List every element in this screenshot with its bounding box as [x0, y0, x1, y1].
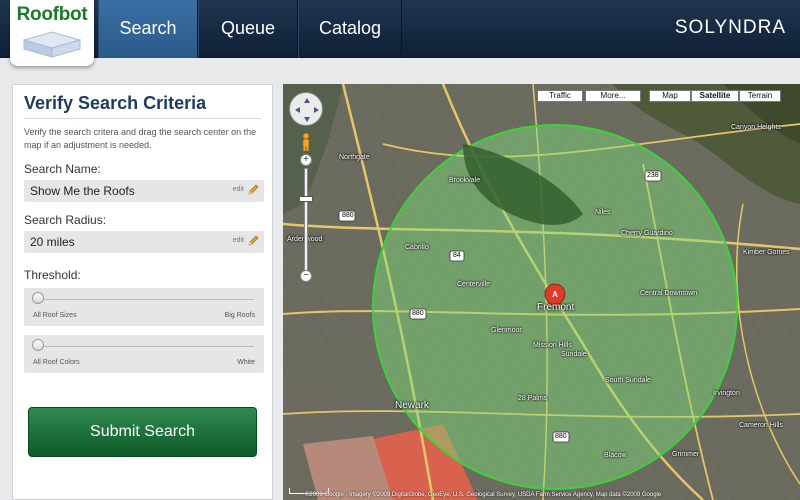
- search-name-label: Search Name:: [24, 162, 101, 176]
- zoom-out-button[interactable]: −: [300, 270, 312, 282]
- place-label: Central Downtown: [640, 290, 698, 297]
- place-label: Cameron Hills: [739, 422, 783, 429]
- search-radius-value: 20 miles: [30, 235, 75, 249]
- slider-max-label: Big Roofs: [224, 312, 255, 319]
- app-logo[interactable]: Roofbot: [10, 0, 94, 66]
- pan-arrows-icon[interactable]: [290, 93, 324, 127]
- svg-text:A: A: [552, 290, 558, 299]
- slider-handle[interactable]: [32, 292, 44, 304]
- place-label: Blacow: [604, 452, 627, 459]
- map-type-satellite-button[interactable]: Satellite: [691, 90, 739, 102]
- panel-title: Verify Search Criteria: [24, 93, 207, 113]
- map-type-map-button[interactable]: Map: [649, 90, 691, 102]
- place-label: Irvington: [713, 390, 740, 397]
- place-label: Glenmoor: [491, 327, 522, 334]
- street-view-pegman-icon[interactable]: [300, 132, 312, 152]
- tab-search[interactable]: Search: [98, 0, 198, 58]
- slider-handle[interactable]: [32, 339, 44, 351]
- tab-queue[interactable]: Queue: [198, 0, 298, 58]
- slider-track: [34, 299, 254, 300]
- place-label: 28 Palms: [518, 395, 548, 402]
- place-label: Grimmer: [672, 451, 700, 458]
- search-name-field[interactable]: Show Me the Roofs edit: [24, 180, 264, 202]
- highway-shield: 880: [555, 433, 567, 440]
- satellite-map[interactable]: A 880 84 238 880 880 Brookvale Niles Che…: [283, 84, 800, 500]
- search-name-edit-link[interactable]: edit: [233, 186, 244, 193]
- zoom-slider-handle[interactable]: [299, 196, 313, 202]
- search-radius-edit-link[interactable]: edit: [233, 237, 244, 244]
- map-attribution: ©2009 Google - Imagery ©2009 DigitalGlob…: [305, 492, 662, 498]
- highway-shield: 238: [647, 172, 659, 179]
- brand-logo: SOLYNDRA: [674, 17, 786, 38]
- slider-min-label: All Roof Sizes: [33, 312, 77, 319]
- place-label: Brookvale: [449, 177, 481, 184]
- tab-catalog[interactable]: Catalog: [298, 0, 402, 58]
- place-label: Centerville: [457, 281, 491, 288]
- map-type-terrain-button[interactable]: Terrain: [739, 90, 781, 102]
- search-radius-label: Search Radius:: [24, 213, 107, 227]
- map-imagery: A: [283, 84, 800, 500]
- search-criteria-panel: Verify Search Criteria Verify the search…: [12, 84, 273, 500]
- place-label: Sundale: [561, 351, 587, 358]
- zoom-slider-track[interactable]: [304, 168, 308, 276]
- highway-shield: 880: [412, 310, 424, 317]
- zoom-in-button[interactable]: +: [300, 154, 312, 166]
- place-label: Cabrillo: [405, 244, 429, 251]
- place-label: Canyon Heights: [731, 124, 781, 131]
- place-label: Kimber Gomes: [743, 249, 790, 256]
- submit-search-button[interactable]: Submit Search: [28, 407, 257, 457]
- app-logo-text: Roofbot: [16, 4, 88, 25]
- slider-max-label: White: [237, 359, 255, 366]
- place-label: Cherry Guardino: [621, 230, 673, 237]
- pencil-icon[interactable]: [247, 235, 259, 247]
- slider-min-label: All Roof Colors: [33, 359, 80, 366]
- pencil-icon[interactable]: [247, 184, 259, 196]
- roof-size-slider[interactable]: All Roof Sizes Big Roofs: [24, 288, 264, 326]
- roof-icon: [22, 31, 82, 58]
- more-layers-button[interactable]: More...: [585, 90, 641, 102]
- roof-color-slider[interactable]: All Roof Colors White: [24, 335, 264, 373]
- pan-control[interactable]: [289, 92, 323, 126]
- top-bar: Search Queue Catalog SOLYNDRA: [0, 0, 800, 58]
- panel-description: Verify the search critera and drag the s…: [24, 127, 257, 150]
- place-label: South Sundale: [605, 377, 651, 384]
- slider-track: [34, 346, 254, 347]
- highway-shield: 880: [342, 212, 354, 219]
- search-name-value: Show Me the Roofs: [30, 184, 135, 198]
- highway-shield: 84: [453, 252, 461, 259]
- marker-label: Fremont: [537, 302, 575, 313]
- threshold-label: Threshold:: [24, 268, 81, 282]
- traffic-button[interactable]: Traffic: [537, 90, 583, 102]
- divider: [24, 118, 261, 119]
- search-radius-field[interactable]: 20 miles edit: [24, 231, 264, 253]
- place-label: Northgate: [339, 154, 370, 161]
- place-label: Mission Hills: [533, 342, 572, 349]
- place-label: Niles: [595, 209, 611, 216]
- place-label: Newark: [395, 400, 429, 411]
